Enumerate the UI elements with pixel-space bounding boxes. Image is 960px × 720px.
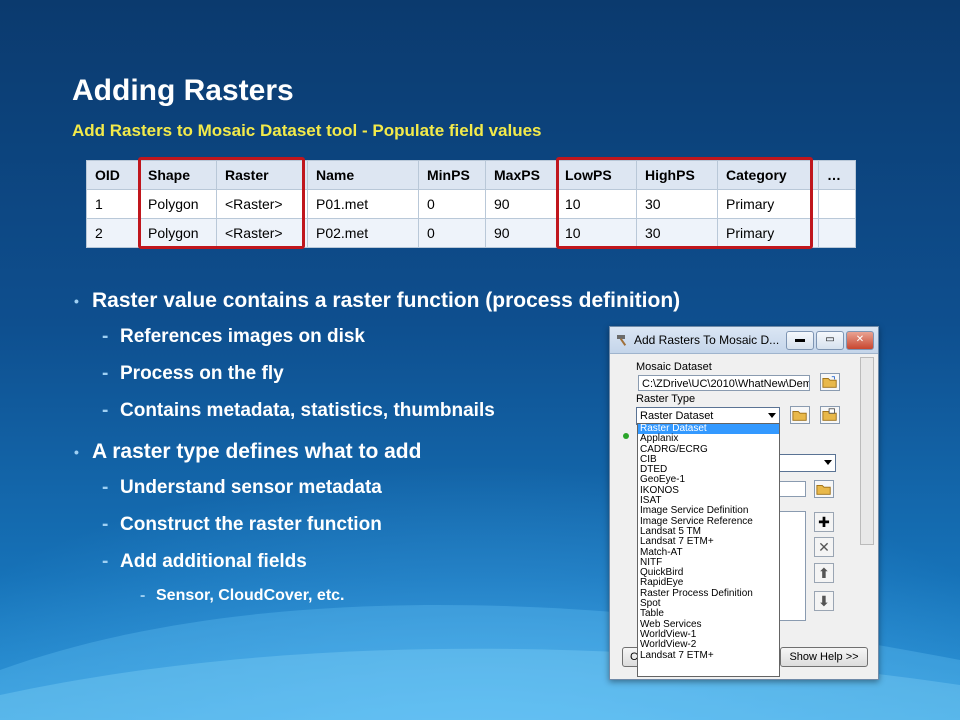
cell: 0 xyxy=(418,189,486,219)
cell: P02.met xyxy=(307,218,419,248)
browse-folder-icon[interactable] xyxy=(820,373,840,391)
col-minps: MinPS xyxy=(418,160,486,190)
raster-type-option[interactable]: Landsat 7 ETM+ xyxy=(638,650,779,661)
restore-button[interactable]: ▭ xyxy=(816,331,844,350)
col-name: Name xyxy=(307,160,419,190)
close-button[interactable]: ✕ xyxy=(846,331,874,350)
bullet-item: Raster value contains a raster function … xyxy=(72,285,872,321)
properties-icon[interactable] xyxy=(820,406,840,424)
cell: 90 xyxy=(485,218,557,248)
dialog-title: Add Rasters To Mosaic D... xyxy=(634,333,780,347)
mosaic-dataset-input[interactable]: C:\ZDrive\UC\2010\WhatNew\Demo. xyxy=(638,375,810,391)
raster-type-option[interactable]: CADRG/ECRG xyxy=(638,444,779,455)
col-oid: OID xyxy=(86,160,140,190)
move-down-icon[interactable]: ⬇ xyxy=(814,591,834,611)
chevron-down-icon xyxy=(824,460,832,465)
move-up-icon[interactable]: ⬆ xyxy=(814,563,834,583)
col-more: … xyxy=(818,160,856,190)
cell: 0 xyxy=(418,218,486,248)
status-dot-icon xyxy=(623,433,629,439)
raster-type-option[interactable]: WorldView-2 xyxy=(638,639,779,650)
slide-subtitle: Add Rasters to Mosaic Dataset tool - Pop… xyxy=(72,121,542,140)
remove-icon[interactable]: ✕ xyxy=(814,537,834,557)
mosaic-dataset-label: Mosaic Dataset xyxy=(636,361,712,373)
add-icon[interactable]: ✚ xyxy=(814,512,834,532)
col-maxps: MaxPS xyxy=(485,160,557,190)
highlight-shape-raster xyxy=(138,157,305,249)
dialog-scrollbar[interactable] xyxy=(860,357,874,545)
open-folder-icon[interactable] xyxy=(790,406,810,424)
cell: 90 xyxy=(485,189,557,219)
raster-type-dropdown-list[interactable]: Raster Dataset Applanix CADRG/ECRG CIB DTED G… xyxy=(637,423,780,677)
cell: 1 xyxy=(86,189,140,219)
minimize-button[interactable]: ▬ xyxy=(786,331,814,350)
hammer-icon xyxy=(617,335,627,346)
cell xyxy=(818,189,856,219)
chevron-down-icon xyxy=(768,413,776,418)
slide-title: Adding Rasters xyxy=(72,74,294,107)
cell xyxy=(818,218,856,248)
cell: 2 xyxy=(86,218,140,248)
highlight-lowps-category xyxy=(556,157,813,249)
show-help-button[interactable]: Show Help >> xyxy=(780,647,868,667)
raster-type-label: Raster Type xyxy=(636,393,696,405)
browse-folder-icon[interactable] xyxy=(814,480,834,498)
cell: P01.met xyxy=(307,189,419,219)
raster-type-value: Raster Dataset xyxy=(640,410,714,422)
